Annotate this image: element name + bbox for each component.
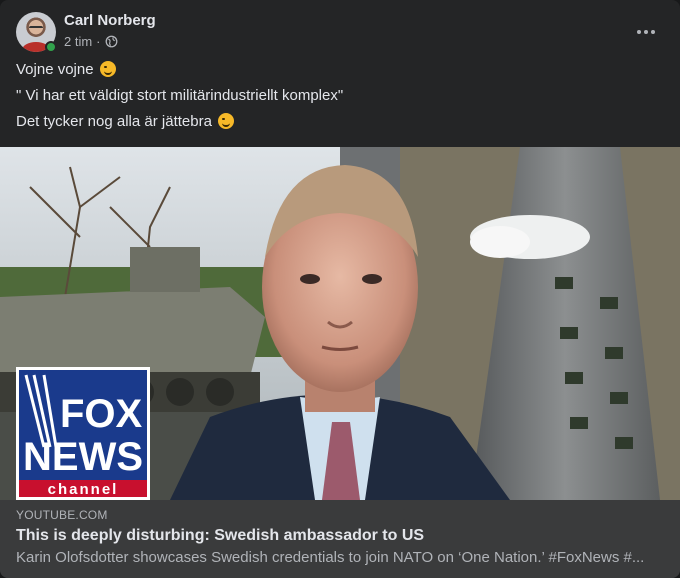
smirk-emoji-icon	[99, 61, 116, 77]
link-title[interactable]: This is deeply disturbing: Swedish ambas…	[16, 527, 664, 545]
post-meta: 2 tim ·	[64, 34, 118, 49]
more-options-icon[interactable]	[632, 18, 660, 46]
post-line: Vojne vojne	[16, 60, 664, 80]
link-domain: YOUTUBE.COM	[16, 508, 108, 522]
online-status-indicator	[45, 41, 57, 53]
post-line: " Vi har ett väldigt stort militärindust…	[16, 87, 344, 104]
post-time[interactable]: 2 tim	[64, 34, 92, 49]
globe-icon[interactable]	[105, 35, 118, 48]
logo-news-text: NEWS	[23, 435, 143, 479]
video-thumbnail[interactable]: FOX NEWS channel	[0, 147, 680, 500]
link-description: Karin Olofsdotter showcases Swedish cred…	[16, 549, 645, 566]
link-preview[interactable]: YOUTUBE.COM This is deeply disturbing: S…	[0, 500, 680, 578]
logo-channel-text: channel	[48, 481, 119, 498]
meta-separator: ·	[96, 34, 101, 49]
thumbnail-image: FOX NEWS channel	[0, 147, 680, 500]
fox-news-logo: FOX NEWS channel	[16, 367, 150, 500]
post-text: Vojne vojne " Vi har ett väldigt stort m…	[16, 60, 664, 138]
post-header: Carl Norberg 2 tim ·	[16, 12, 664, 54]
logo-fox-text: FOX	[60, 392, 143, 436]
smirk-emoji-icon	[218, 113, 235, 129]
facebook-post: Carl Norberg 2 tim · Vojne vojne " Vi ha…	[0, 0, 680, 578]
author-name[interactable]: Carl Norberg	[64, 12, 156, 29]
post-line: Det tycker nog alla är jättebra	[16, 112, 664, 132]
